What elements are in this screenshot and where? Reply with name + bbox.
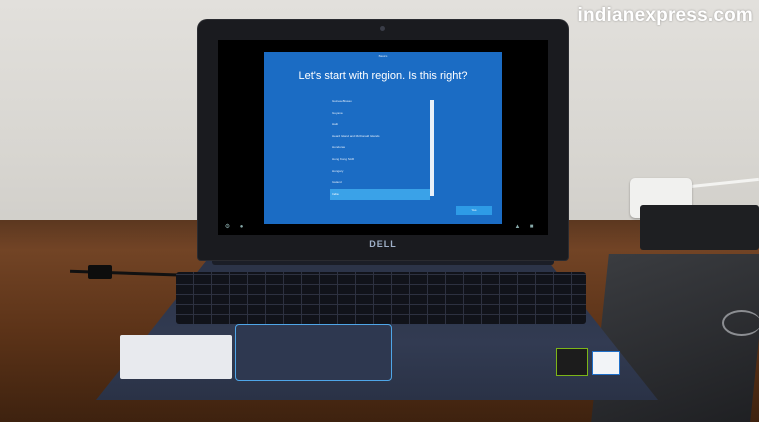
region-item[interactable]: Guyana (330, 108, 430, 120)
setup-bottom-bar: ⚙ ● ▲ ■ (218, 222, 548, 234)
yes-button[interactable]: Yes (456, 206, 492, 215)
region-list-scrollbar[interactable] (430, 100, 434, 196)
region-item[interactable]: Guinea-Bissau (330, 96, 430, 108)
second-laptop-logo (722, 310, 759, 336)
region-item[interactable]: Honduras (330, 142, 430, 154)
region-list[interactable]: Guinea-Bissau Guyana Haiti Heard Island … (330, 96, 430, 202)
webcam (380, 26, 385, 31)
region-item[interactable]: Heard Island and McDonald Islands (330, 131, 430, 143)
region-item-selected[interactable]: India (330, 188, 430, 201)
laptop-lid: Basics Let's start with region. Is this … (198, 20, 568, 260)
setup-section-label: Basics (378, 54, 388, 58)
keyboard (176, 272, 586, 324)
watermark: indianexpress.com (577, 5, 753, 26)
region-item[interactable]: Hong Kong SAR (330, 154, 430, 166)
setup-title: Let's start with region. Is this right? (298, 70, 468, 82)
feature-sticker (120, 335, 232, 379)
microphone-icon[interactable]: ● (238, 224, 245, 231)
region-item[interactable]: Haiti (330, 119, 430, 131)
network-icon[interactable]: ▲ (514, 224, 521, 231)
windows-setup-window: Basics Let's start with region. Is this … (264, 52, 502, 224)
region-item[interactable]: Iceland (330, 177, 430, 189)
black-device (640, 205, 759, 250)
laptop-screen: Basics Let's start with region. Is this … (218, 40, 548, 235)
volume-icon[interactable]: ■ (528, 224, 535, 231)
ease-of-access-icon[interactable]: ⚙ (224, 224, 231, 231)
dell-logo: DELL (369, 239, 397, 249)
gpu-sticker (556, 348, 588, 376)
touchpad (235, 324, 392, 381)
cable-plug (88, 265, 112, 279)
region-item[interactable]: Hungary (330, 166, 430, 178)
cpu-sticker (592, 351, 620, 375)
